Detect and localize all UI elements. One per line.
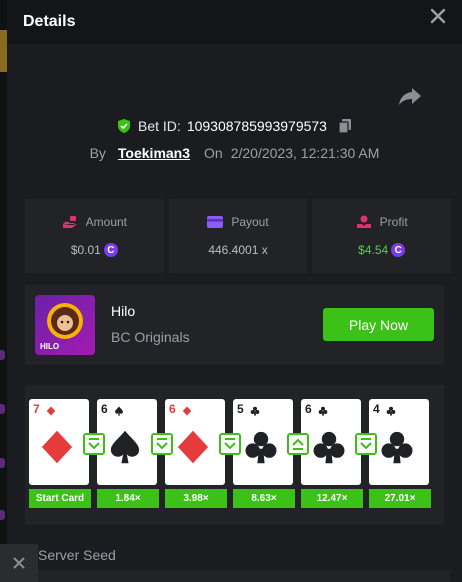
server-seed-field [38,570,450,582]
spade-suit-icon [110,430,140,464]
background-banner [0,30,7,72]
coin-icon: C [103,243,118,257]
multiplier-badge: 3.98× [165,489,227,508]
card-rank: 7 [33,402,40,416]
card-rank: 4 [373,402,380,416]
coin-icon: C [391,243,406,257]
on-label: On [204,145,223,161]
payout-value: 446.4001 x [208,243,268,257]
game-name: Hilo [111,303,136,319]
club-suit-icon [313,431,345,464]
thumb-label: HILO [40,342,60,351]
card-rank: 6 [169,402,176,416]
modal-body: Bet ID: 109308785993979573 By Toekiman3 … [7,44,462,582]
share-icon[interactable] [398,86,422,106]
background-decor [0,350,5,360]
higher-arrow-icon [287,433,309,455]
stat-profit: Profit $4.54 C [312,199,452,273]
profit-icon [356,215,371,228]
details-modal: Details Bet ID: 109308785993979573 By To… [0,0,462,582]
game-provider: BC Originals [111,329,190,345]
club-suit-icon [381,431,413,464]
play-now-button[interactable]: Play Now [323,308,434,341]
diamond-suit-icon [182,406,192,416]
bet-id-value: 109308785993979573 [186,118,327,134]
copy-icon[interactable] [337,118,353,134]
stat-payout: Payout 446.4001 x [168,199,308,273]
club-suit-icon [386,406,396,416]
multiplier-badge: Start Card [29,489,91,508]
by-label: By [89,145,106,161]
lower-arrow-icon [219,433,241,455]
playing-card: 5 [233,399,293,485]
background-decor [0,458,5,468]
game-card: HILO Hilo BC Originals Play Now [25,285,444,365]
diamond-suit-icon [177,430,209,464]
game-thumbnail[interactable]: HILO [35,295,95,355]
stat-amount: Amount $0.01 C [25,199,164,273]
close-icon[interactable] [428,6,448,26]
multiplier-badge: 1.84× [97,489,159,508]
playing-card: 6 [97,399,157,485]
payout-icon [207,216,224,228]
club-suit-icon [245,431,277,464]
verified-shield-icon [118,119,131,133]
multiplier-badge: 27.01× [369,489,431,508]
playing-card: 4 [369,399,429,485]
profit-value: $4.54 [358,243,389,257]
club-suit-icon [318,406,328,416]
lower-arrow-icon [355,433,377,455]
playing-card: 7 [29,399,89,485]
background-decor [0,510,5,520]
playing-card: 6 [301,399,361,485]
bet-id-label: Bet ID: [138,118,181,134]
corner-close-icon[interactable] [0,544,38,582]
bet-datetime: 2/20/2023, 12:21:30 AM [230,145,380,161]
lower-arrow-icon [83,433,105,455]
amount-label: Amount [85,215,128,229]
bet-meta-row: By Toekiman3 On 2/20/2023, 12:21:30 AM [7,145,462,161]
amount-icon [62,216,77,228]
club-suit-icon [250,406,260,416]
playing-card: 6 [165,399,225,485]
multiplier-badge: 8.63× [233,489,295,508]
stats-row: Amount $0.01 C Payout 446.4001 x Profit … [25,199,452,273]
card-rank: 6 [101,402,108,416]
background-decor [0,404,5,414]
payout-label: Payout [231,215,269,229]
card-rank: 5 [237,402,244,416]
background-page-edge [0,0,7,582]
modal-title: Details [23,13,76,30]
server-seed-label: Server Seed [38,547,116,563]
cards-strip: 7 Start Card 6 1.84× 6 3.98× 5 8.63× 6 12.47× 4 27.… [25,385,444,525]
profit-label: Profit [379,215,408,229]
user-link[interactable]: Toekiman3 [118,145,190,161]
card-rank: 6 [305,402,312,416]
multiplier-badge: 12.47× [301,489,363,508]
lower-arrow-icon [151,433,173,455]
spade-suit-icon [115,406,123,416]
bet-id-row: Bet ID: 109308785993979573 [7,118,462,134]
diamond-suit-icon [46,406,56,416]
modal-header: Details [7,0,462,44]
amount-value: $0.01 [70,243,101,257]
diamond-suit-icon [41,430,73,464]
